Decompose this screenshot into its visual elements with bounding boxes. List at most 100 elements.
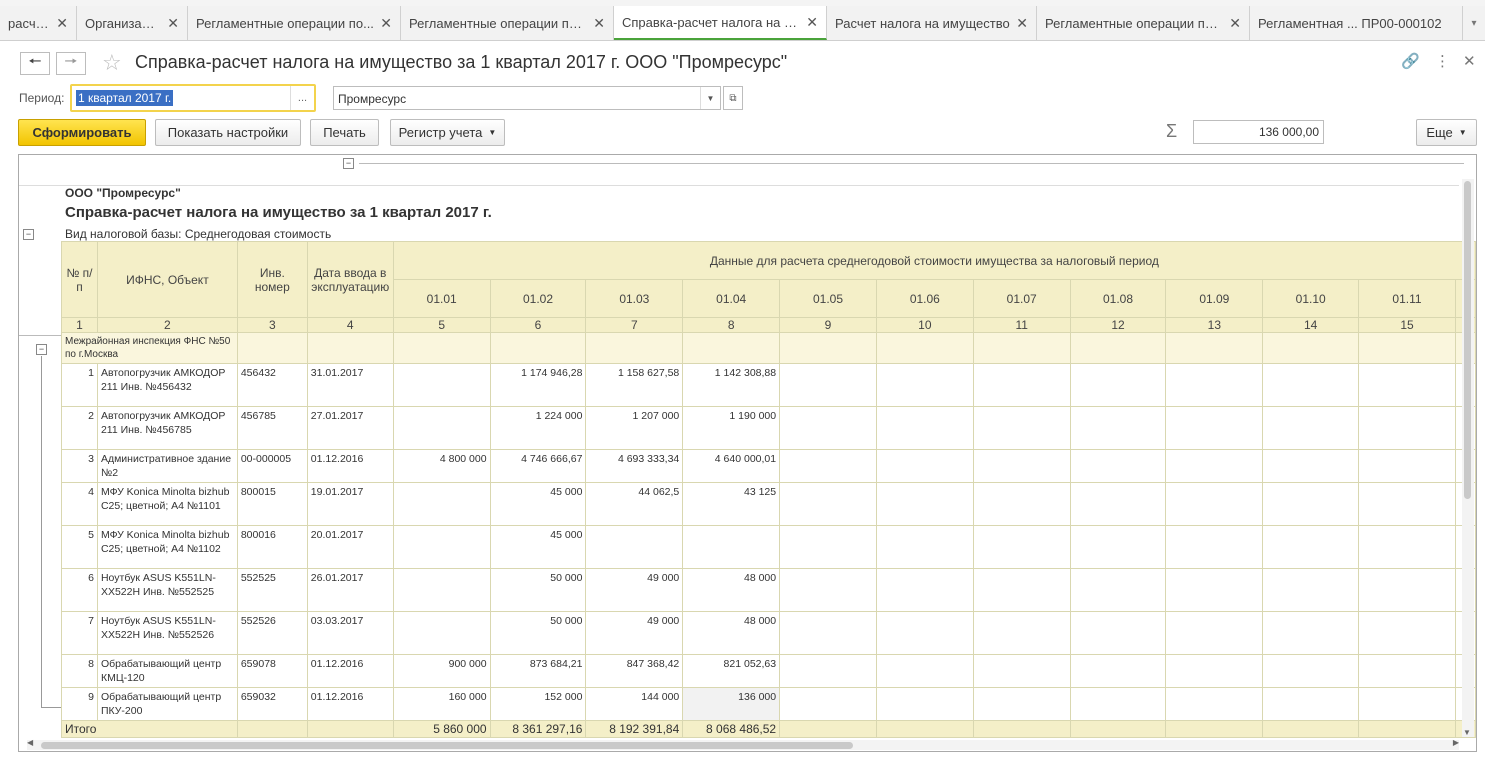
total-value-cell[interactable]: [875, 720, 974, 738]
row-value-cell[interactable]: [1262, 525, 1360, 569]
total-value-cell[interactable]: [1262, 720, 1360, 738]
row-value-cell[interactable]: [779, 449, 877, 483]
column-number[interactable]: 12: [1069, 317, 1167, 333]
row-value-cell[interactable]: 1 207 000: [585, 406, 684, 450]
tab-close-icon[interactable]: ✕: [1229, 15, 1241, 32]
row-inventory-number[interactable]: 456432: [236, 363, 308, 407]
header-inventory-number[interactable]: Инв. номер: [236, 241, 308, 318]
row-value-cell[interactable]: 1 224 000: [489, 406, 587, 450]
row-commissioning-date[interactable]: 19.01.2017: [306, 482, 394, 526]
total-label[interactable]: Итого: [61, 720, 238, 738]
row-commissioning-date[interactable]: 01.12.2016: [306, 687, 394, 721]
more-vertical-icon[interactable]: ⋮: [1435, 52, 1450, 70]
row-number[interactable]: 2: [61, 406, 98, 450]
row-value-cell[interactable]: 1 142 308,88: [682, 363, 781, 407]
collapse-rows-icon[interactable]: −: [36, 344, 47, 355]
group-cell[interactable]: [972, 332, 1071, 364]
row-value-cell[interactable]: [972, 406, 1071, 450]
row-value-cell[interactable]: [1069, 406, 1167, 450]
row-inventory-number[interactable]: 659078: [236, 654, 308, 688]
group-cell[interactable]: [1165, 332, 1264, 364]
row-value-cell[interactable]: [1262, 449, 1360, 483]
row-inventory-number[interactable]: 800016: [236, 525, 308, 569]
row-value-cell[interactable]: 136 000: [682, 687, 781, 721]
row-value-cell[interactable]: 45 000: [489, 482, 587, 526]
header-month[interactable]: 01.05: [779, 279, 877, 318]
row-value-cell[interactable]: [875, 568, 974, 612]
tab-5[interactable]: Справка-расчет налога на и... ✕: [614, 6, 827, 40]
row-value-cell[interactable]: [779, 482, 877, 526]
row-inventory-number[interactable]: 659032: [236, 687, 308, 721]
row-value-cell[interactable]: [875, 406, 974, 450]
row-value-cell[interactable]: 1 190 000: [682, 406, 781, 450]
row-number[interactable]: 5: [61, 525, 98, 569]
row-value-cell[interactable]: [1069, 611, 1167, 655]
row-number[interactable]: 7: [61, 611, 98, 655]
row-value-cell[interactable]: [1069, 687, 1167, 721]
row-value-cell[interactable]: [875, 363, 974, 407]
row-value-cell[interactable]: [682, 525, 781, 569]
scroll-right-icon[interactable]: ▶: [1453, 738, 1459, 747]
group-cell[interactable]: [682, 332, 781, 364]
column-number[interactable]: 11: [972, 317, 1071, 333]
row-value-cell[interactable]: [1069, 363, 1167, 407]
total-value-cell[interactable]: 8 361 297,16: [489, 720, 587, 738]
tab-2[interactable]: Организации ✕: [77, 6, 188, 40]
group-cell[interactable]: [306, 332, 394, 364]
row-value-cell[interactable]: [875, 482, 974, 526]
total-value-cell[interactable]: [1165, 720, 1264, 738]
row-value-cell[interactable]: 4 800 000: [392, 449, 491, 483]
column-number[interactable]: 13: [1165, 317, 1264, 333]
tab-7[interactable]: Регламентные операции по ... ✕: [1037, 6, 1250, 40]
row-value-cell[interactable]: 50 000: [489, 568, 587, 612]
tab-4[interactable]: Регламентные операции по ... ✕: [401, 6, 614, 40]
row-commissioning-date[interactable]: 26.01.2017: [306, 568, 394, 612]
row-value-cell[interactable]: [1165, 654, 1264, 688]
header-month[interactable]: 01.04: [682, 279, 781, 318]
row-value-cell[interactable]: 50 000: [489, 611, 587, 655]
header-num[interactable]: № п/п: [61, 241, 98, 318]
row-inventory-number[interactable]: 552525: [236, 568, 308, 612]
report-area[interactable]: − − − ООО "Промресурс" Справка-расчет на…: [18, 154, 1477, 752]
tab-close-icon[interactable]: ✕: [593, 15, 605, 32]
row-inventory-number[interactable]: 800015: [236, 482, 308, 526]
row-commissioning-date[interactable]: 27.01.2017: [306, 406, 394, 450]
show-settings-button[interactable]: Показать настройки: [155, 119, 301, 146]
row-value-cell[interactable]: 847 368,42: [585, 654, 684, 688]
row-value-cell[interactable]: 873 684,21: [489, 654, 587, 688]
column-number[interactable]: 1: [61, 317, 98, 333]
row-commissioning-date[interactable]: 01.12.2016: [306, 449, 394, 483]
row-value-cell[interactable]: [779, 687, 877, 721]
header-month[interactable]: 01.08: [1069, 279, 1167, 318]
header-month[interactable]: 01.11: [1358, 279, 1456, 318]
row-value-cell[interactable]: [779, 654, 877, 688]
group-cell[interactable]: [1069, 332, 1167, 364]
period-select-button[interactable]: ...: [290, 86, 314, 110]
row-commissioning-date[interactable]: 20.01.2017: [306, 525, 394, 569]
scrollbar-thumb[interactable]: [1464, 181, 1471, 499]
total-value-cell[interactable]: [779, 720, 877, 738]
more-button[interactable]: Еще ▼: [1416, 119, 1477, 146]
period-input[interactable]: 1 квартал 2017 г. ...: [70, 84, 316, 112]
row-value-cell[interactable]: [392, 525, 491, 569]
back-button[interactable]: 🠔: [20, 52, 50, 75]
forward-button[interactable]: 🠖: [56, 52, 86, 75]
total-value-cell[interactable]: 5 860 000: [392, 720, 491, 738]
row-value-cell[interactable]: [1165, 482, 1264, 526]
header-month[interactable]: 01.10: [1262, 279, 1360, 318]
row-value-cell[interactable]: 160 000: [392, 687, 491, 721]
row-value-cell[interactable]: [1262, 568, 1360, 612]
row-value-cell[interactable]: [875, 654, 974, 688]
column-number[interactable]: 6: [489, 317, 587, 333]
group-cell[interactable]: [489, 332, 587, 364]
column-number[interactable]: 9: [779, 317, 877, 333]
total-cell[interactable]: [236, 720, 308, 738]
row-object[interactable]: Обрабатывающий центр ПКУ-200: [96, 687, 238, 721]
group-cell[interactable]: [585, 332, 684, 364]
row-value-cell[interactable]: [972, 482, 1071, 526]
tab-close-icon[interactable]: ✕: [806, 14, 818, 31]
group-cell[interactable]: [875, 332, 974, 364]
row-value-cell[interactable]: 45 000: [489, 525, 587, 569]
tab-8[interactable]: Регламентная ... ПР00-000102: [1250, 6, 1463, 40]
row-value-cell[interactable]: [875, 687, 974, 721]
